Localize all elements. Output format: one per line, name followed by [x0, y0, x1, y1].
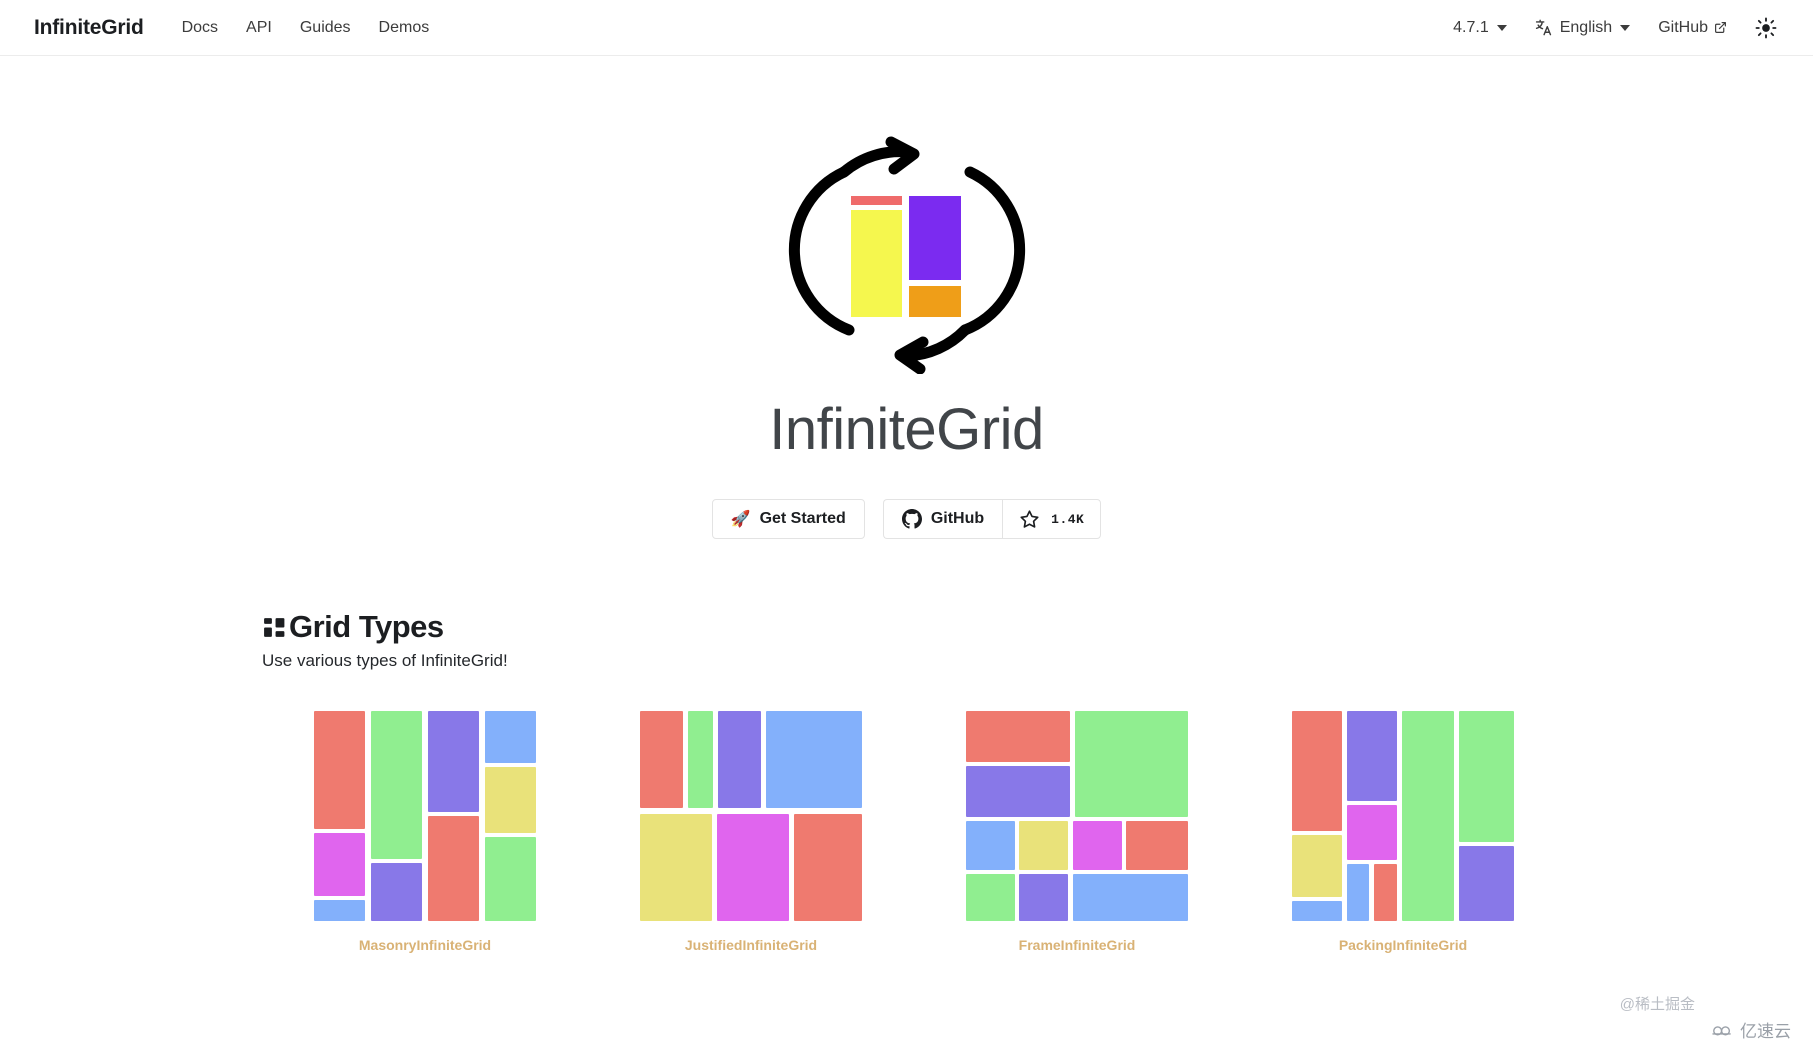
grid-block	[1075, 711, 1188, 817]
grid-block	[371, 863, 422, 921]
grid-layout-icon	[262, 615, 287, 640]
version-label: 4.7.1	[1453, 18, 1489, 36]
language-label: English	[1559, 18, 1613, 36]
grid-block	[966, 874, 1015, 921]
grid-type-label[interactable]: FrameInfiniteGrid	[1019, 937, 1136, 953]
grid-type-label[interactable]: PackingInfiniteGrid	[1339, 937, 1467, 953]
grid-block	[428, 816, 479, 921]
nav-link-docs[interactable]: Docs	[182, 19, 218, 37]
grid-preview-canvas	[1292, 711, 1514, 921]
grid-block	[718, 711, 761, 808]
section-title-text: Grid Types	[289, 609, 444, 644]
grid-block	[640, 814, 712, 921]
github-button-label: GitHub	[930, 510, 985, 527]
watermark-left: @稀土掘金	[1619, 996, 1695, 1013]
grid-preview-canvas	[314, 711, 536, 921]
grid-preview-canvas	[966, 711, 1188, 921]
grid-block	[1292, 711, 1342, 831]
cloud-logo-icon	[1709, 1021, 1735, 1039]
section-heading: Grid Types	[262, 609, 1813, 645]
grid-block	[1073, 874, 1188, 921]
grid-block	[314, 711, 365, 829]
grid-block	[766, 711, 862, 808]
grid-block	[371, 711, 422, 859]
grid-block	[1126, 821, 1188, 870]
get-started-label: Get Started	[759, 510, 846, 527]
grid-block	[717, 814, 789, 921]
chevron-down-icon	[1496, 24, 1507, 31]
grid-block	[640, 711, 683, 808]
translate-icon	[1535, 18, 1554, 37]
grid-block	[966, 821, 1015, 870]
chevron-down-icon	[1620, 24, 1631, 31]
grid-block	[485, 837, 536, 921]
watermark-right: 亿速云	[1709, 1017, 1791, 1042]
nav-link-guides[interactable]: Guides	[300, 19, 351, 37]
grid-type-label[interactable]: MasonryInfiniteGrid	[359, 937, 491, 953]
hero-buttons: 🚀 Get Started GitHub 1.4K	[711, 499, 1102, 539]
brand-logo[interactable]: InfiniteGrid	[34, 16, 144, 40]
rocket-icon: 🚀	[730, 511, 751, 528]
grid-block	[966, 711, 1070, 762]
nav-links: Docs API Guides Demos	[182, 19, 430, 37]
nav-link-demos[interactable]: Demos	[379, 19, 430, 37]
watermark-right-text: 亿速云	[1740, 1022, 1791, 1041]
grid-type-cards: MasonryInfiniteGrid JustifiedInfiniteGrid…	[262, 711, 1813, 953]
grid-block	[1347, 864, 1369, 921]
infinitegrid-circular-logo	[787, 134, 1027, 375]
section-subtitle: Use various types of InfiniteGrid!	[262, 651, 508, 670]
grid-block	[314, 833, 365, 896]
grid-block	[1292, 835, 1342, 897]
grid-block	[794, 814, 862, 921]
grid-block	[688, 711, 713, 808]
grid-types-section: Grid Types Use various types of Infinite…	[0, 609, 1813, 953]
github-button[interactable]: GitHub	[882, 499, 1003, 539]
star-icon	[1019, 509, 1040, 530]
github-octocat-icon	[901, 509, 922, 529]
hero-section: InfiniteGrid 🚀 Get Started GitHub 1.4K	[0, 56, 1813, 539]
grid-block	[1402, 711, 1454, 921]
star-count: 1.4K	[1051, 511, 1085, 527]
nav-github-link[interactable]: GitHub	[1658, 19, 1727, 37]
grid-block	[1374, 864, 1397, 921]
nav-link-api[interactable]: API	[246, 19, 272, 37]
external-link-icon	[1714, 21, 1727, 34]
page-title: InfiniteGrid	[769, 397, 1044, 462]
grid-block	[1073, 821, 1122, 870]
github-star-group: GitHub 1.4K	[882, 499, 1102, 539]
masonry-grid-preview[interactable]: MasonryInfiniteGrid	[262, 711, 588, 953]
get-started-button[interactable]: 🚀 Get Started	[711, 499, 865, 539]
justified-grid-preview[interactable]: JustifiedInfiniteGrid	[588, 711, 914, 953]
language-dropdown[interactable]: English	[1535, 18, 1631, 37]
grid-block	[485, 767, 536, 833]
grid-preview-canvas	[640, 711, 862, 921]
theme-toggle-sun-icon[interactable]	[1755, 17, 1777, 39]
grid-block	[1019, 874, 1068, 921]
packing-grid-preview[interactable]: PackingInfiniteGrid	[1240, 711, 1566, 953]
grid-type-label[interactable]: JustifiedInfiniteGrid	[685, 937, 817, 953]
nav-right-group: 4.7.1 English GitHub	[1453, 17, 1791, 39]
frame-grid-preview[interactable]: FrameInfiniteGrid	[914, 711, 1240, 953]
grid-block	[1292, 901, 1342, 921]
version-dropdown[interactable]: 4.7.1	[1453, 19, 1507, 37]
grid-block	[428, 711, 479, 812]
grid-block	[314, 900, 365, 921]
grid-block	[1459, 846, 1514, 921]
navbar: InfiniteGrid Docs API Guides Demos 4.7.1…	[0, 0, 1813, 56]
grid-block	[1019, 821, 1068, 870]
github-label: GitHub	[1658, 18, 1708, 36]
grid-block	[1459, 711, 1514, 842]
github-star-button[interactable]: 1.4K	[1002, 499, 1102, 539]
grid-block	[1347, 711, 1397, 801]
grid-block	[485, 711, 536, 763]
grid-block	[966, 766, 1070, 817]
grid-block	[1347, 805, 1397, 860]
